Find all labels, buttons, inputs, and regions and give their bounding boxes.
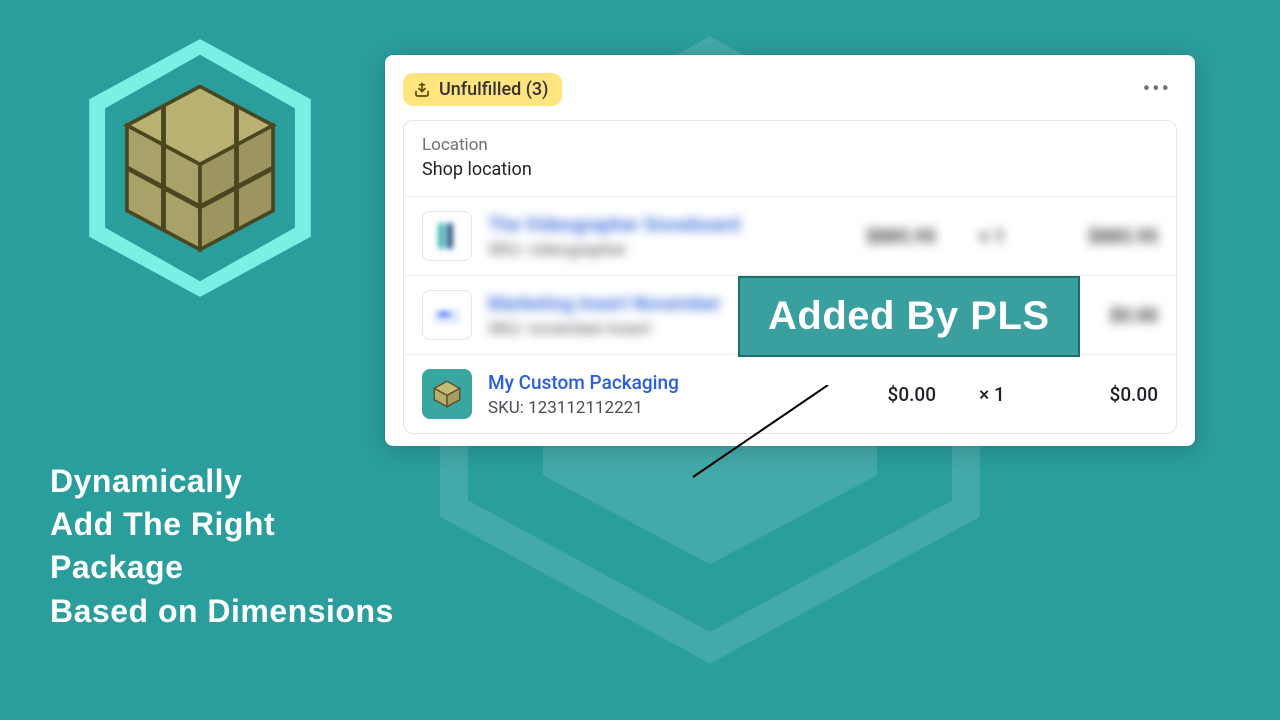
callout-label: Added By PLS	[768, 294, 1050, 338]
location-label: Location	[422, 135, 1158, 155]
fulfillment-card: Unfulfilled (3) ••• Location Shop locati…	[385, 55, 1195, 446]
tagline-line: Dynamically	[50, 460, 394, 503]
line-item: The Videographer Snowboard SKU: videogra…	[404, 197, 1176, 276]
item-qty: × 1	[952, 383, 1032, 406]
package-hex-icon	[75, 28, 325, 308]
more-menu-button[interactable]: •••	[1137, 73, 1177, 106]
item-thumb	[422, 290, 472, 340]
item-price: $0.00	[826, 383, 936, 406]
item-qty: × 1	[952, 225, 1032, 248]
callout-added-by-pls: Added By PLS	[738, 276, 1080, 357]
tagline-line: Package	[50, 546, 394, 589]
unfulfilled-badge[interactable]: Unfulfilled (3)	[403, 73, 562, 106]
line-item: My Custom Packaging SKU: 123112112221 $0…	[404, 355, 1176, 433]
item-total: $885.95	[1048, 225, 1158, 248]
package-icon	[430, 377, 464, 411]
card-header: Unfulfilled (3) •••	[403, 73, 1177, 106]
badge-label: Unfulfilled (3)	[439, 79, 548, 100]
item-title[interactable]: My Custom Packaging	[488, 371, 810, 394]
item-title[interactable]: The Videographer Snowboard	[488, 213, 810, 236]
tagline-line: Add The Right	[50, 503, 394, 546]
item-total: $0.00	[1048, 383, 1158, 406]
item-thumb	[422, 211, 472, 261]
logo-hex	[75, 28, 325, 312]
tagline-line: Based on Dimensions	[50, 590, 394, 633]
location-block: Location Shop location	[404, 121, 1176, 197]
item-price: $885.95	[826, 225, 936, 248]
item-thumb	[422, 369, 472, 419]
location-value: Shop location	[422, 159, 1158, 180]
item-sku: SKU: 123112112221	[488, 398, 810, 418]
tagline: Dynamically Add The Right Package Based …	[50, 460, 394, 633]
unfulfilled-icon	[413, 81, 431, 99]
item-main: The Videographer Snowboard SKU: videogra…	[488, 213, 810, 260]
item-sku: SKU: videographer	[488, 240, 810, 260]
item-main: My Custom Packaging SKU: 123112112221	[488, 371, 810, 418]
